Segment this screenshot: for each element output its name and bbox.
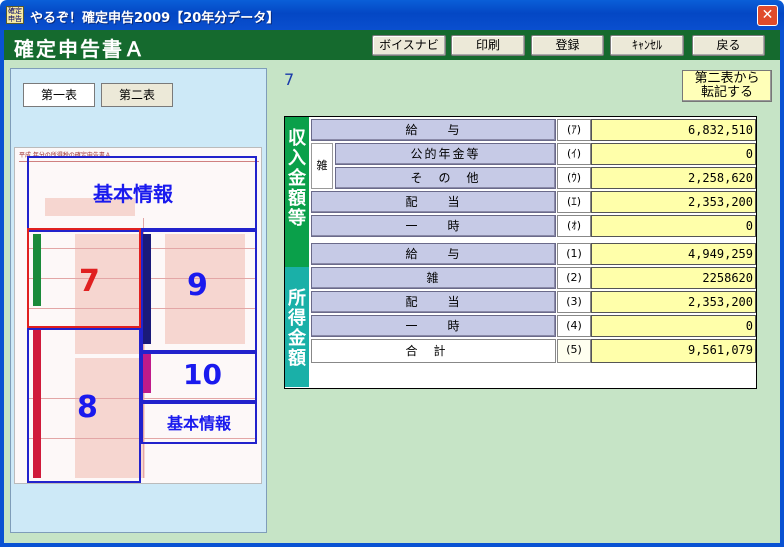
row-code: (ｳ): [557, 167, 591, 189]
transfer-button-line2: 転記する: [700, 85, 753, 100]
row-code: (ｲ): [557, 143, 591, 165]
value-dividend-income[interactable]: 2,353,200: [591, 191, 756, 213]
row-code: (1): [557, 243, 591, 265]
value-temporary-income[interactable]: 0: [591, 215, 756, 237]
income-table: 収入金額等 所得金額 給 与 (ｱ) 6,832,510 雑 公的年金等 (ｲ)…: [284, 116, 757, 389]
close-icon[interactable]: ✕: [757, 5, 778, 26]
region-label-7: 7: [79, 264, 100, 299]
row-code: (4): [557, 315, 591, 337]
row-label-dividend-shotoku[interactable]: 配 当: [311, 291, 556, 313]
row-label-temporary-shotoku[interactable]: 一 時: [311, 315, 556, 337]
header-bar: 確定申告書Ａ ボイスナビ 印刷 登録 ｷｬﾝｾﾙ 戻る: [4, 30, 780, 61]
row-label-dividend-income[interactable]: 配 当: [311, 191, 556, 213]
row-code: (ｵ): [557, 215, 591, 237]
voice-navi-button[interactable]: ボイスナビ: [372, 35, 446, 56]
row-code: (ｴ): [557, 191, 591, 213]
row-code-total: (5): [557, 339, 591, 363]
register-button[interactable]: 登録: [531, 35, 604, 56]
row-label-total: 合計: [311, 339, 556, 363]
print-button[interactable]: 印刷: [451, 35, 525, 56]
transfer-button-line1: 第二表から: [694, 71, 760, 86]
tab-first-sheet[interactable]: 第一表: [23, 83, 95, 107]
value-public-pension[interactable]: 0: [591, 143, 756, 165]
section-number: 7: [284, 70, 295, 89]
row-label-temporary-income[interactable]: 一 時: [311, 215, 556, 237]
row-code: (2): [557, 267, 591, 289]
window-frame: 確定申告書Ａ ボイスナビ 印刷 登録 ｷｬﾝｾﾙ 戻る 第一表 第二表 平成 年…: [0, 30, 784, 547]
transfer-from-second-sheet-button[interactable]: 第二表から 転記する: [682, 70, 772, 102]
window-titlebar[interactable]: 確定申告 やるぞ！確定申告2009【20年分データ】 ✕: [0, 0, 784, 30]
tab-second-sheet[interactable]: 第二表: [101, 83, 173, 107]
app-icon: 確定申告: [6, 6, 24, 24]
region-label-basic-bottom: 基本情報: [167, 414, 232, 433]
back-button[interactable]: 戻る: [692, 35, 765, 56]
row-code: (3): [557, 291, 591, 313]
tax-form-thumbnail: 平成 年分の所得税の確定申告書Ａ 基本情報 7 9 10 8 基本情報: [14, 147, 262, 484]
row-label-salary-income[interactable]: 給 与: [311, 119, 556, 141]
client-area: 確定申告書Ａ ボイスナビ 印刷 登録 ｷｬﾝｾﾙ 戻る 第一表 第二表 平成 年…: [4, 30, 780, 543]
region-label-basic-top: 基本情報: [93, 182, 173, 206]
value-misc-other[interactable]: 2,258,620: [591, 167, 756, 189]
misc-group-label: 雑: [311, 143, 333, 189]
row-label-public-pension[interactable]: 公的年金等: [335, 143, 556, 165]
row-label-misc-other[interactable]: そ の 他: [335, 167, 556, 189]
value-salary-income[interactable]: 6,832,510: [591, 119, 756, 141]
group-label-income: 収入金額等: [285, 117, 309, 267]
form-preview-panel: 第一表 第二表 平成 年分の所得税の確定申告書Ａ 基本情報 7 9 10 8 基…: [10, 68, 267, 533]
cancel-button[interactable]: ｷｬﾝｾﾙ: [610, 35, 684, 56]
value-temporary-shotoku[interactable]: 0: [591, 315, 756, 337]
value-salary-shotoku[interactable]: 4,949,259: [591, 243, 756, 265]
value-total: 9,561,079: [591, 339, 756, 363]
row-label-misc-shotoku[interactable]: 雑: [311, 267, 556, 289]
window-title: やるぞ！確定申告2009【20年分データ】: [30, 11, 280, 26]
region-label-8: 8: [77, 390, 98, 425]
value-misc-shotoku[interactable]: 2258620: [591, 267, 756, 289]
group-label-shotoku: 所得金額: [285, 267, 309, 387]
region-label-10: 10: [183, 358, 222, 391]
row-label-salary-shotoku[interactable]: 給 与: [311, 243, 556, 265]
row-code: (ｱ): [557, 119, 591, 141]
region-label-9: 9: [187, 268, 208, 303]
value-dividend-shotoku[interactable]: 2,353,200: [591, 291, 756, 313]
page-title: 確定申告書Ａ: [14, 37, 146, 61]
